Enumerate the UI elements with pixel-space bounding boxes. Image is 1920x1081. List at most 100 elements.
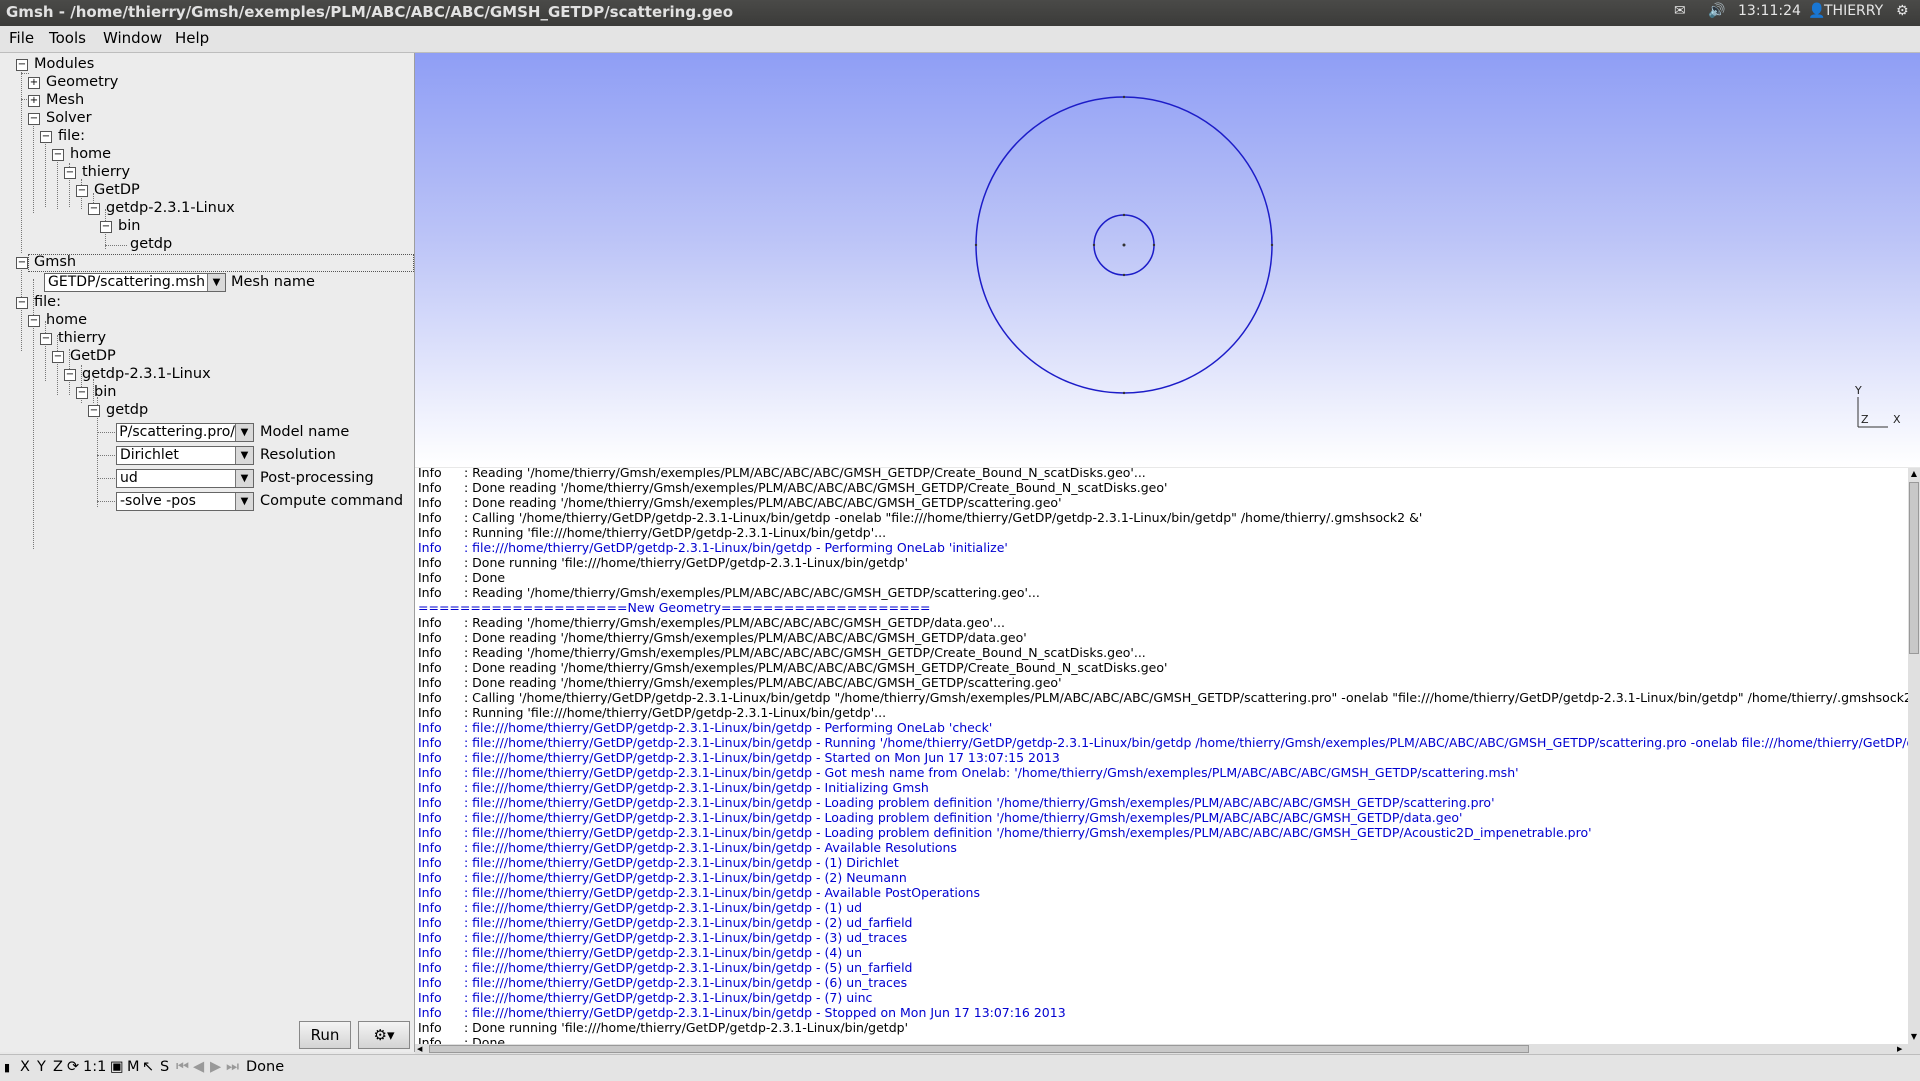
last-icon[interactable]: ⏭	[226, 1059, 239, 1075]
first-step-icon[interactable]: ⏮	[176, 1059, 189, 1075]
scroll-down-icon[interactable]: ▼	[1909, 1032, 1919, 1042]
rotate-icon[interactable]: ⟳	[67, 1059, 79, 1075]
console-scroll-thumb[interactable]	[1909, 482, 1919, 654]
scale-one-button[interactable]: 1:1	[83, 1059, 106, 1075]
menu-tools[interactable]: Tools	[49, 29, 86, 47]
tree-getdp-exe-2[interactable]: getdp	[106, 401, 148, 419]
menu-help[interactable]: Help	[175, 29, 209, 47]
console-horizontal-scrollbar[interactable]: ◀ ▶	[415, 1044, 1920, 1054]
collapse-icon[interactable]: −	[64, 167, 76, 179]
tree-file-2[interactable]: file:	[34, 293, 61, 311]
mesh-toggle-button[interactable]: M	[127, 1059, 140, 1075]
log-text: : Reading '/home/thierry/Gmsh/exemples/P…	[464, 468, 1146, 480]
collapse-icon[interactable]: −	[40, 333, 52, 345]
camera-icon[interactable]: ▣	[110, 1059, 124, 1075]
log-text: : Done running 'file:///home/thierry/Get…	[464, 555, 909, 570]
collapse-icon[interactable]: −	[52, 351, 64, 363]
scroll-up-icon[interactable]: ▲	[1909, 469, 1919, 479]
log-level: Info	[418, 675, 442, 690]
tree-gmsh[interactable]: Gmsh	[34, 253, 76, 271]
tree-solver[interactable]: Solver	[46, 109, 92, 127]
scroll-left-icon[interactable]: ◀	[417, 1044, 427, 1054]
menu-window[interactable]: Window	[103, 29, 162, 47]
collapse-icon[interactable]: −	[28, 113, 40, 125]
collapse-icon[interactable]: −	[16, 59, 28, 71]
console-vertical-scrollbar[interactable]: ▲ ▼	[1908, 468, 1920, 1044]
mail-icon[interactable]: ✉	[1674, 3, 1686, 19]
expand-icon[interactable]: +	[28, 77, 40, 89]
tree-file[interactable]: file:	[58, 127, 85, 145]
resolution-combo[interactable]: Dirichlet ▼	[116, 446, 254, 465]
log-line: Info: file:///home/thierry/GetDP/getdp-2…	[418, 540, 1008, 555]
tree-home[interactable]: home	[70, 145, 111, 163]
log-line: Info: Reading '/home/thierry/Gmsh/exempl…	[418, 468, 1146, 480]
collapse-icon[interactable]: −	[76, 185, 88, 197]
geometry-point	[1122, 273, 1126, 277]
log-level: Info	[418, 585, 442, 600]
message-console[interactable]: Info : Reading '/home/thierry/Gmsh/exempl…	[415, 468, 1908, 1044]
log-text: : Reading '/home/thierry/Gmsh/exemples/P…	[464, 645, 1146, 660]
collapse-icon[interactable]: −	[16, 297, 28, 309]
collapse-icon[interactable]: −	[28, 315, 40, 327]
tree-getdp-2[interactable]: GetDP	[70, 347, 116, 365]
chevron-down-icon[interactable]: ▼	[207, 274, 225, 291]
tree-home-2[interactable]: home	[46, 311, 87, 329]
collapse-icon[interactable]: −	[52, 149, 64, 161]
collapse-icon[interactable]: −	[16, 257, 28, 269]
collapse-icon[interactable]: −	[100, 221, 112, 233]
tree-getdp-exe[interactable]: getdp	[130, 235, 172, 253]
volume-icon[interactable]: 🔊	[1708, 3, 1725, 19]
log-line: Info: Reading '/home/thierry/Gmsh/exempl…	[418, 615, 1005, 630]
tree-bin-2[interactable]: bin	[94, 383, 116, 401]
select-button[interactable]: S	[160, 1059, 169, 1075]
collapse-icon[interactable]: −	[88, 203, 100, 215]
gear-icon[interactable]: ⚙	[1896, 3, 1909, 19]
console-hscroll-thumb[interactable]	[429, 1045, 1529, 1053]
compute-command-combo[interactable]: -solve -pos ▼	[116, 492, 254, 511]
tree-mesh[interactable]: Mesh	[46, 91, 84, 109]
expand-icon[interactable]: +	[28, 95, 40, 107]
chevron-down-icon[interactable]: ▼	[235, 447, 253, 464]
log-line: Info: file:///home/thierry/GetDP/getdp-2…	[418, 870, 907, 885]
axis-x-label: X	[1893, 413, 1901, 426]
log-line: Info: file:///home/thierry/GetDP/getdp-2…	[418, 825, 1592, 840]
collapse-icon[interactable]: −	[64, 369, 76, 381]
clock-time[interactable]: 13:11:24	[1738, 3, 1801, 19]
menu-file[interactable]: File	[9, 29, 34, 47]
tree-getdp-linux-2[interactable]: getdp-2.3.1-Linux	[82, 365, 211, 383]
graphic-viewport[interactable]: Y Z X	[415, 53, 1920, 467]
tree-getdp[interactable]: GetDP	[94, 181, 140, 199]
next-icon[interactable]: ▶	[210, 1059, 221, 1075]
run-button[interactable]: Run	[299, 1021, 351, 1049]
first-icon[interactable]: ▮	[4, 1061, 10, 1074]
collapse-icon[interactable]: −	[40, 131, 52, 143]
view-y-button[interactable]: Y	[37, 1059, 46, 1075]
chevron-down-icon[interactable]: ▼	[235, 470, 253, 487]
view-x-button[interactable]: X	[20, 1059, 30, 1075]
tree-thierry[interactable]: thierry	[82, 163, 130, 181]
prev-icon[interactable]: ◀	[193, 1059, 204, 1075]
tree-thierry-2[interactable]: thierry	[58, 329, 106, 347]
mesh-name-combo[interactable]: GETDP/scattering.msh ▼	[44, 273, 226, 292]
log-text: : Running 'file:///home/thierry/GetDP/ge…	[464, 705, 887, 720]
scroll-right-icon[interactable]: ▶	[1897, 1044, 1907, 1054]
tree-gmsh-selected[interactable]	[28, 254, 414, 272]
tree-geometry[interactable]: Geometry	[46, 73, 118, 91]
chevron-down-icon[interactable]: ▼	[235, 424, 253, 441]
log-line: Info: file:///home/thierry/GetDP/getdp-2…	[418, 840, 957, 855]
tree-bin[interactable]: bin	[118, 217, 140, 235]
post-processing-combo[interactable]: ud ▼	[116, 469, 254, 488]
settings-button[interactable]: ⚙▾	[358, 1021, 410, 1049]
collapse-icon[interactable]: −	[76, 387, 88, 399]
tree-modules[interactable]: Modules	[34, 55, 94, 73]
tree-getdp-linux[interactable]: getdp-2.3.1-Linux	[106, 199, 235, 217]
view-z-button[interactable]: Z	[53, 1059, 63, 1075]
log-text: : file:///home/thierry/GetDP/getdp-2.3.1…	[464, 720, 993, 735]
model-name-combo[interactable]: /GMSH_GETDP/scattering.pro ▼	[116, 423, 254, 442]
log-level: Info	[418, 870, 442, 885]
user-name[interactable]: THIERRY	[1824, 3, 1883, 19]
cursor-icon[interactable]: ↖	[142, 1059, 154, 1075]
collapse-icon[interactable]: −	[88, 405, 100, 417]
log-text: ====================New Geometry========…	[418, 600, 931, 615]
chevron-down-icon[interactable]: ▼	[235, 493, 253, 510]
